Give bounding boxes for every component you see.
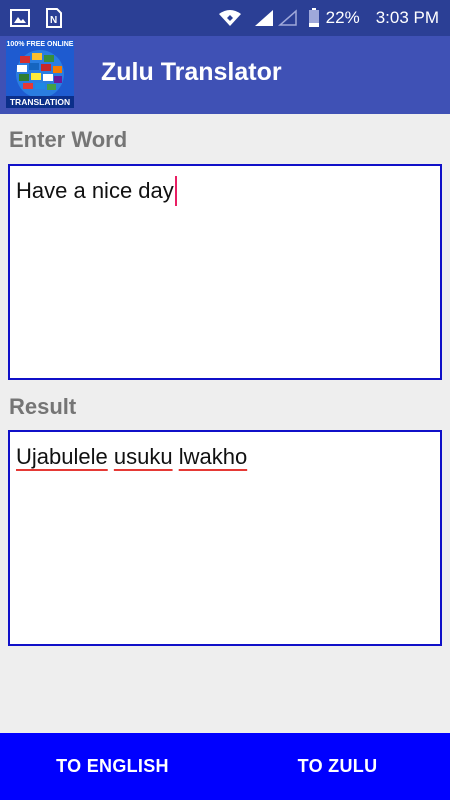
- wifi-icon: [218, 9, 242, 27]
- status-clock: 3:03 PM: [375, 8, 439, 27]
- enter-word-text: Have a nice day: [16, 176, 177, 206]
- result-word: usuku: [113, 444, 173, 469]
- result-word: lwakho: [178, 444, 248, 469]
- status-right-icons: 22% 3:03 PM: [218, 8, 450, 28]
- status-bar: N 22% 3:03 PM: [0, 0, 450, 36]
- battery-percent: 22%: [325, 8, 360, 27]
- text-caret: [174, 176, 177, 206]
- signal-icon: [254, 9, 274, 27]
- battery-icon: [308, 8, 320, 28]
- result-label: Result: [9, 394, 77, 419]
- app-logo: 100% FREE ONLINE TRANSLATION: [6, 40, 74, 108]
- signal-empty-icon: [277, 9, 298, 27]
- image-icon: [10, 9, 30, 27]
- app-title: Zulu Translator: [101, 58, 282, 86]
- sim-card-icon: N: [46, 8, 62, 28]
- enter-word-label: Enter Word: [9, 127, 128, 152]
- enter-word-value: Have a nice day: [16, 178, 174, 203]
- enter-word-field[interactable]: Have a nice day: [8, 164, 442, 380]
- status-left-icons: N: [0, 8, 62, 28]
- svg-text:N: N: [50, 15, 57, 26]
- to-zulu-button[interactable]: TO ZULU: [225, 733, 450, 800]
- to-english-button[interactable]: TO ENGLISH: [0, 733, 225, 800]
- app-bar: 100% FREE ONLINE TRANSLATION Zulu Transl…: [0, 36, 450, 114]
- result-field[interactable]: Ujabulele usuku lwakho: [8, 430, 442, 646]
- logo-bottom-text: TRANSLATION: [6, 96, 74, 108]
- bottom-action-bar: TO ENGLISH TO ZULU: [0, 733, 450, 800]
- result-word: Ujabulele: [16, 444, 108, 469]
- logo-top-text: 100% FREE ONLINE: [6, 41, 74, 48]
- result-text: Ujabulele usuku lwakho: [16, 442, 247, 472]
